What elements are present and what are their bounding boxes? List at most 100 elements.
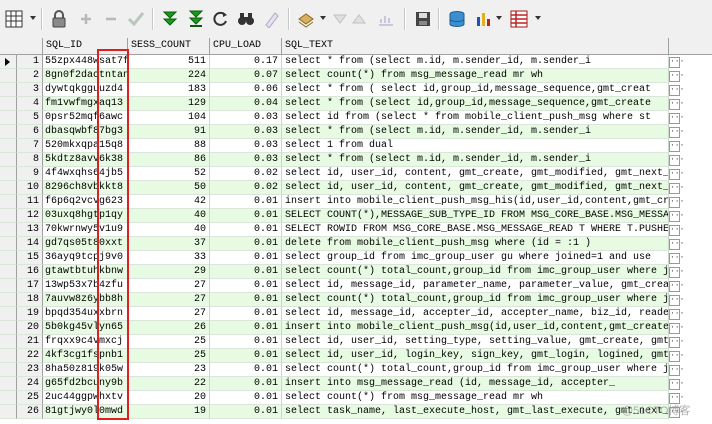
sess-count-cell[interactable]: 26 xyxy=(128,321,210,335)
sql-id-cell[interactable]: 03uxq8hgtp1qy xyxy=(43,209,128,223)
cpu-load-cell[interactable]: 0.01 xyxy=(210,265,282,279)
row-number-cell[interactable]: 3 xyxy=(17,83,43,97)
sql-id-cell[interactable]: 7auvw8z6ybb8h xyxy=(43,293,128,307)
row-indicator[interactable] xyxy=(0,321,17,335)
sql-id-cell[interactable]: f6p6q2vcvg623 xyxy=(43,195,128,209)
sess-count-cell[interactable]: 37 xyxy=(128,237,210,251)
table-row[interactable]: 21 frqxx9c4vmxcj 25 0.01 select id, user_id,… xyxy=(0,335,712,349)
cpu-load-cell[interactable]: 0.03 xyxy=(210,153,282,167)
sess-count-cell[interactable]: 25 xyxy=(128,335,210,349)
query-by-example-icon[interactable] xyxy=(376,9,396,29)
table-row[interactable]: 16 gtawtbtuhkbnw 29 0.01 select count(*) tot… xyxy=(0,265,712,279)
row-number-cell[interactable]: 12 xyxy=(17,209,43,223)
row-number-cell[interactable]: 13 xyxy=(17,223,43,237)
cpu-load-cell[interactable]: 0.03 xyxy=(210,125,282,139)
sql-text-cell[interactable]: insert into mobile_client_push_msg(id,us… xyxy=(282,321,669,335)
expand-text-button[interactable]: ··· xyxy=(669,169,684,180)
sess-count-cell[interactable]: 52 xyxy=(128,167,210,181)
row-number-cell[interactable]: 4 xyxy=(17,97,43,111)
cpu-load-cell[interactable]: 0.01 xyxy=(210,237,282,251)
sess-count-cell[interactable]: 42 xyxy=(128,195,210,209)
row-indicator[interactable] xyxy=(0,265,17,279)
sql-text-cell[interactable]: select count(*) from msg_message_read mr… xyxy=(282,391,669,405)
column-header-sql-id[interactable]: SQL_ID xyxy=(43,38,128,54)
table-row[interactable]: 5 0psr52mqf6awc 104 0.03 select id from (sel… xyxy=(0,111,712,125)
sql-text-cell[interactable]: select task_name, last_execute_host, gmt… xyxy=(282,405,669,419)
table-row[interactable]: 10 8296ch8vbkkt8 50 0.02 select id, user_id,… xyxy=(0,181,712,195)
row-indicator[interactable] xyxy=(0,349,17,363)
sess-count-cell[interactable]: 19 xyxy=(128,405,210,419)
sql-text-cell[interactable]: select count(*) total_count,group_id fro… xyxy=(282,293,669,307)
sess-count-cell[interactable]: 29 xyxy=(128,265,210,279)
cpu-load-cell[interactable]: 0.01 xyxy=(210,209,282,223)
row-number-cell[interactable]: 25 xyxy=(17,391,43,405)
table-row[interactable]: 11 f6p6q2vcvg623 42 0.01 insert into mobile_… xyxy=(0,195,712,209)
row-indicator[interactable] xyxy=(0,195,17,209)
table-row[interactable]: 7 520mkxqpa15q8 88 0.03 select 1 from dual ··… xyxy=(0,139,712,153)
row-indicator[interactable] xyxy=(0,223,17,237)
table-row[interactable]: 15 36ayq9tcpj9v0 33 0.01 select group_id fro… xyxy=(0,251,712,265)
row-indicator[interactable] xyxy=(0,307,17,321)
sess-count-cell[interactable]: 27 xyxy=(128,293,210,307)
expand-text-button[interactable]: ··· xyxy=(669,197,684,208)
sql-text-cell[interactable]: select id, user_id, content, gmt_create,… xyxy=(282,167,669,181)
row-indicator[interactable] xyxy=(0,139,17,153)
row-indicator[interactable] xyxy=(0,69,17,83)
bar-chart-icon[interactable] xyxy=(474,9,494,29)
column-header-cpu-load[interactable]: CPU_LOAD xyxy=(210,38,282,54)
sql-text-cell[interactable]: select count(*) from msg_message_read mr… xyxy=(282,69,669,83)
cpu-load-cell[interactable]: 0.01 xyxy=(210,293,282,307)
cpu-load-cell[interactable]: 0.01 xyxy=(210,363,282,377)
row-number-cell[interactable]: 9 xyxy=(17,167,43,181)
expand-text-button[interactable]: ··· xyxy=(669,57,684,68)
row-number-cell[interactable]: 24 xyxy=(17,377,43,391)
cpu-load-cell[interactable]: 0.01 xyxy=(210,223,282,237)
expand-text-button[interactable]: ··· xyxy=(669,239,684,250)
sql-text-cell[interactable]: SELECT COUNT(*),MESSAGE_SUB_TYPE_ID FROM… xyxy=(282,209,669,223)
sql-id-cell[interactable]: 0psr52mqf6awc xyxy=(43,111,128,125)
table-row[interactable]: 22 4kf3cg1fspnb1 25 0.01 select id, user_id,… xyxy=(0,349,712,363)
sql-text-cell[interactable]: delete from mobile_client_push_msg where… xyxy=(282,237,669,251)
sql-id-cell[interactable]: gtawtbtuhkbnw xyxy=(43,265,128,279)
row-number-cell[interactable]: 19 xyxy=(17,307,43,321)
sql-id-cell[interactable]: 8ha50z819k05w xyxy=(43,363,128,377)
sql-id-cell[interactable]: 36ayq9tcpj9v0 xyxy=(43,251,128,265)
cpu-load-cell[interactable]: 0.06 xyxy=(210,83,282,97)
table-row[interactable]: 13 70kwrnwy5v1u9 40 0.01 SELECT ROWID FROM M… xyxy=(0,223,712,237)
table-row[interactable]: 12 03uxq8hgtp1qy 40 0.01 SELECT COUNT(*),MES… xyxy=(0,209,712,223)
cpu-load-cell[interactable]: 0.17 xyxy=(210,55,282,69)
row-number-cell[interactable]: 16 xyxy=(17,265,43,279)
sql-id-cell[interactable]: 55zpx448wsat7f xyxy=(43,55,128,69)
sql-text-cell[interactable]: select group_id from imc_group_user gu w… xyxy=(282,251,669,265)
row-number-cell[interactable]: 8 xyxy=(17,153,43,167)
row-indicator[interactable] xyxy=(0,111,17,125)
sess-count-cell[interactable]: 86 xyxy=(128,153,210,167)
expand-text-button[interactable]: ··· xyxy=(669,183,684,194)
chevron-down-icon[interactable] xyxy=(535,16,541,20)
plus-icon[interactable] xyxy=(76,9,96,29)
row-number-cell[interactable]: 14 xyxy=(17,237,43,251)
sess-count-cell[interactable]: 183 xyxy=(128,83,210,97)
expand-text-button[interactable]: ··· xyxy=(669,225,684,236)
cpu-load-cell[interactable]: 0.01 xyxy=(210,321,282,335)
chevron-down-icon[interactable] xyxy=(496,16,502,20)
sql-id-cell[interactable]: dywtqkgguuzd4 xyxy=(43,83,128,97)
sql-text-cell[interactable]: select count(*) total_count,group_id fro… xyxy=(282,363,669,377)
chevron-down-icon[interactable] xyxy=(320,16,326,20)
navigate-up-icon[interactable] xyxy=(349,9,369,29)
table-row[interactable]: 17 13wp53x7b4zfu 27 0.01 select id, message_… xyxy=(0,279,712,293)
sess-count-cell[interactable]: 25 xyxy=(128,349,210,363)
clear-eraser-icon[interactable] xyxy=(262,9,282,29)
sql-id-cell[interactable]: fm1vwfmgxaq13 xyxy=(43,97,128,111)
row-indicator[interactable] xyxy=(0,167,17,181)
cpu-load-cell[interactable]: 0.01 xyxy=(210,195,282,209)
table-row[interactable]: 1 55zpx448wsat7f 511 0.17 select * from (sel… xyxy=(0,55,712,69)
sess-count-cell[interactable]: 20 xyxy=(128,391,210,405)
checkmark-icon[interactable] xyxy=(126,9,146,29)
navigate-down-icon[interactable] xyxy=(330,9,350,29)
sql-text-cell[interactable]: select count(*) total_count,group_id fro… xyxy=(282,265,669,279)
expand-text-button[interactable]: ··· xyxy=(669,127,684,138)
row-number-cell[interactable]: 7 xyxy=(17,139,43,153)
sql-id-cell[interactable]: 520mkxqpa15q8 xyxy=(43,139,128,153)
cpu-load-cell[interactable]: 0.01 xyxy=(210,349,282,363)
